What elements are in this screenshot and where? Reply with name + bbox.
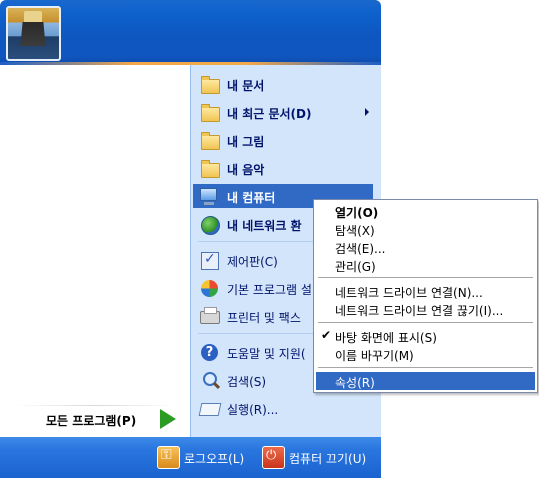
printer-icon [199, 306, 220, 326]
context-item-label: 바탕 화면에 표시(S) [335, 331, 437, 345]
menu-item-recent-documents[interactable]: 내 최근 문서(D) [193, 100, 373, 124]
logoff-label: 로그오프(L) [184, 452, 245, 466]
context-item-properties[interactable]: 속성(R) [316, 372, 535, 390]
context-item-label: 검색(E)... [335, 242, 386, 256]
context-item-open[interactable]: 열기(O) [316, 202, 535, 220]
context-item-show-on-desktop[interactable]: ✔ 바탕 화면에 표시(S) [316, 327, 535, 345]
context-separator [318, 322, 533, 323]
run-icon [198, 398, 222, 418]
context-separator [318, 367, 533, 368]
menu-item-label: 제어판(C) [227, 255, 278, 269]
shutdown-label: 컴퓨터 끄기(U) [289, 452, 367, 466]
all-programs-label: 모든 프로그램(P) [46, 414, 137, 428]
default-programs-icon [199, 278, 219, 298]
menu-item-label: 프린터 및 팩스 [227, 311, 301, 325]
menu-item-label: 내 컴퓨터 [227, 191, 276, 205]
folder-pictures-icon [199, 130, 220, 150]
logoff-button[interactable]: 로그오프(L) [157, 446, 257, 470]
folder-documents-icon [199, 74, 220, 94]
menu-item-label: 내 네트워크 환 [227, 219, 302, 233]
control-panel-icon [199, 250, 219, 270]
menu-item-label: 검색(S) [227, 375, 267, 389]
menu-item-my-documents[interactable]: 내 문서 [193, 72, 373, 96]
shutdown-button[interactable]: 컴퓨터 끄기(U) [262, 446, 377, 470]
checkmark-icon: ✔ [321, 328, 332, 342]
context-item-label: 속성(R) [335, 376, 375, 390]
pinned-programs-pane [0, 65, 190, 437]
menu-item-label: 내 최근 문서(D) [227, 107, 312, 121]
menu-item-label: 내 문서 [227, 79, 265, 93]
context-item-rename[interactable]: 이름 바꾸기(M) [316, 345, 535, 363]
help-icon: ? [199, 342, 219, 362]
search-icon [199, 370, 219, 390]
context-item-disconnect-network-drive[interactable]: 네트워크 드라이브 연결 끊기(I)... [316, 300, 535, 318]
menu-item-run[interactable]: 실행(R)... [193, 396, 373, 420]
context-menu: 열기(O) 탐색(X) 검색(E)... 관리(G) 네트워크 드라이브 연결(… [313, 199, 538, 393]
menu-item-label: 내 그림 [227, 135, 265, 149]
context-item-label: 관리(G) [335, 260, 376, 274]
all-programs-separator [14, 405, 176, 406]
computer-icon [199, 186, 219, 206]
folder-music-icon [199, 158, 220, 178]
key-icon [157, 446, 180, 469]
context-item-label: 네트워크 드라이브 연결 끊기(I)... [335, 304, 504, 318]
user-avatar[interactable] [6, 6, 61, 61]
submenu-arrow-icon [365, 108, 369, 116]
green-arrow-icon [160, 409, 176, 429]
context-item-label: 이름 바꾸기(M) [335, 349, 414, 363]
menu-item-my-music[interactable]: 내 음악 [193, 156, 373, 180]
power-icon [262, 446, 285, 469]
context-separator [318, 277, 533, 278]
menu-item-label: 내 음악 [227, 163, 265, 177]
context-item-label: 네트워크 드라이브 연결(N)... [335, 286, 483, 300]
menu-item-label: 도움말 및 지원( [227, 347, 306, 361]
context-item-map-network-drive[interactable]: 네트워크 드라이브 연결(N)... [316, 282, 535, 300]
context-item-label: 탐색(X) [335, 224, 375, 238]
menu-item-label: 실행(R)... [227, 403, 279, 417]
context-item-search[interactable]: 검색(E)... [316, 238, 535, 256]
user-header [0, 0, 381, 62]
context-item-label: 열기(O) [335, 206, 379, 220]
network-icon [199, 214, 220, 235]
context-item-manage[interactable]: 관리(G) [316, 256, 535, 274]
avatar-ship [20, 22, 46, 46]
folder-recent-icon [199, 102, 220, 122]
all-programs-button[interactable]: 모든 프로그램(P) [0, 405, 190, 433]
context-item-explore[interactable]: 탐색(X) [316, 220, 535, 238]
menu-item-label: 기본 프로그램 설 [227, 283, 312, 297]
menu-item-my-pictures[interactable]: 내 그림 [193, 128, 373, 152]
